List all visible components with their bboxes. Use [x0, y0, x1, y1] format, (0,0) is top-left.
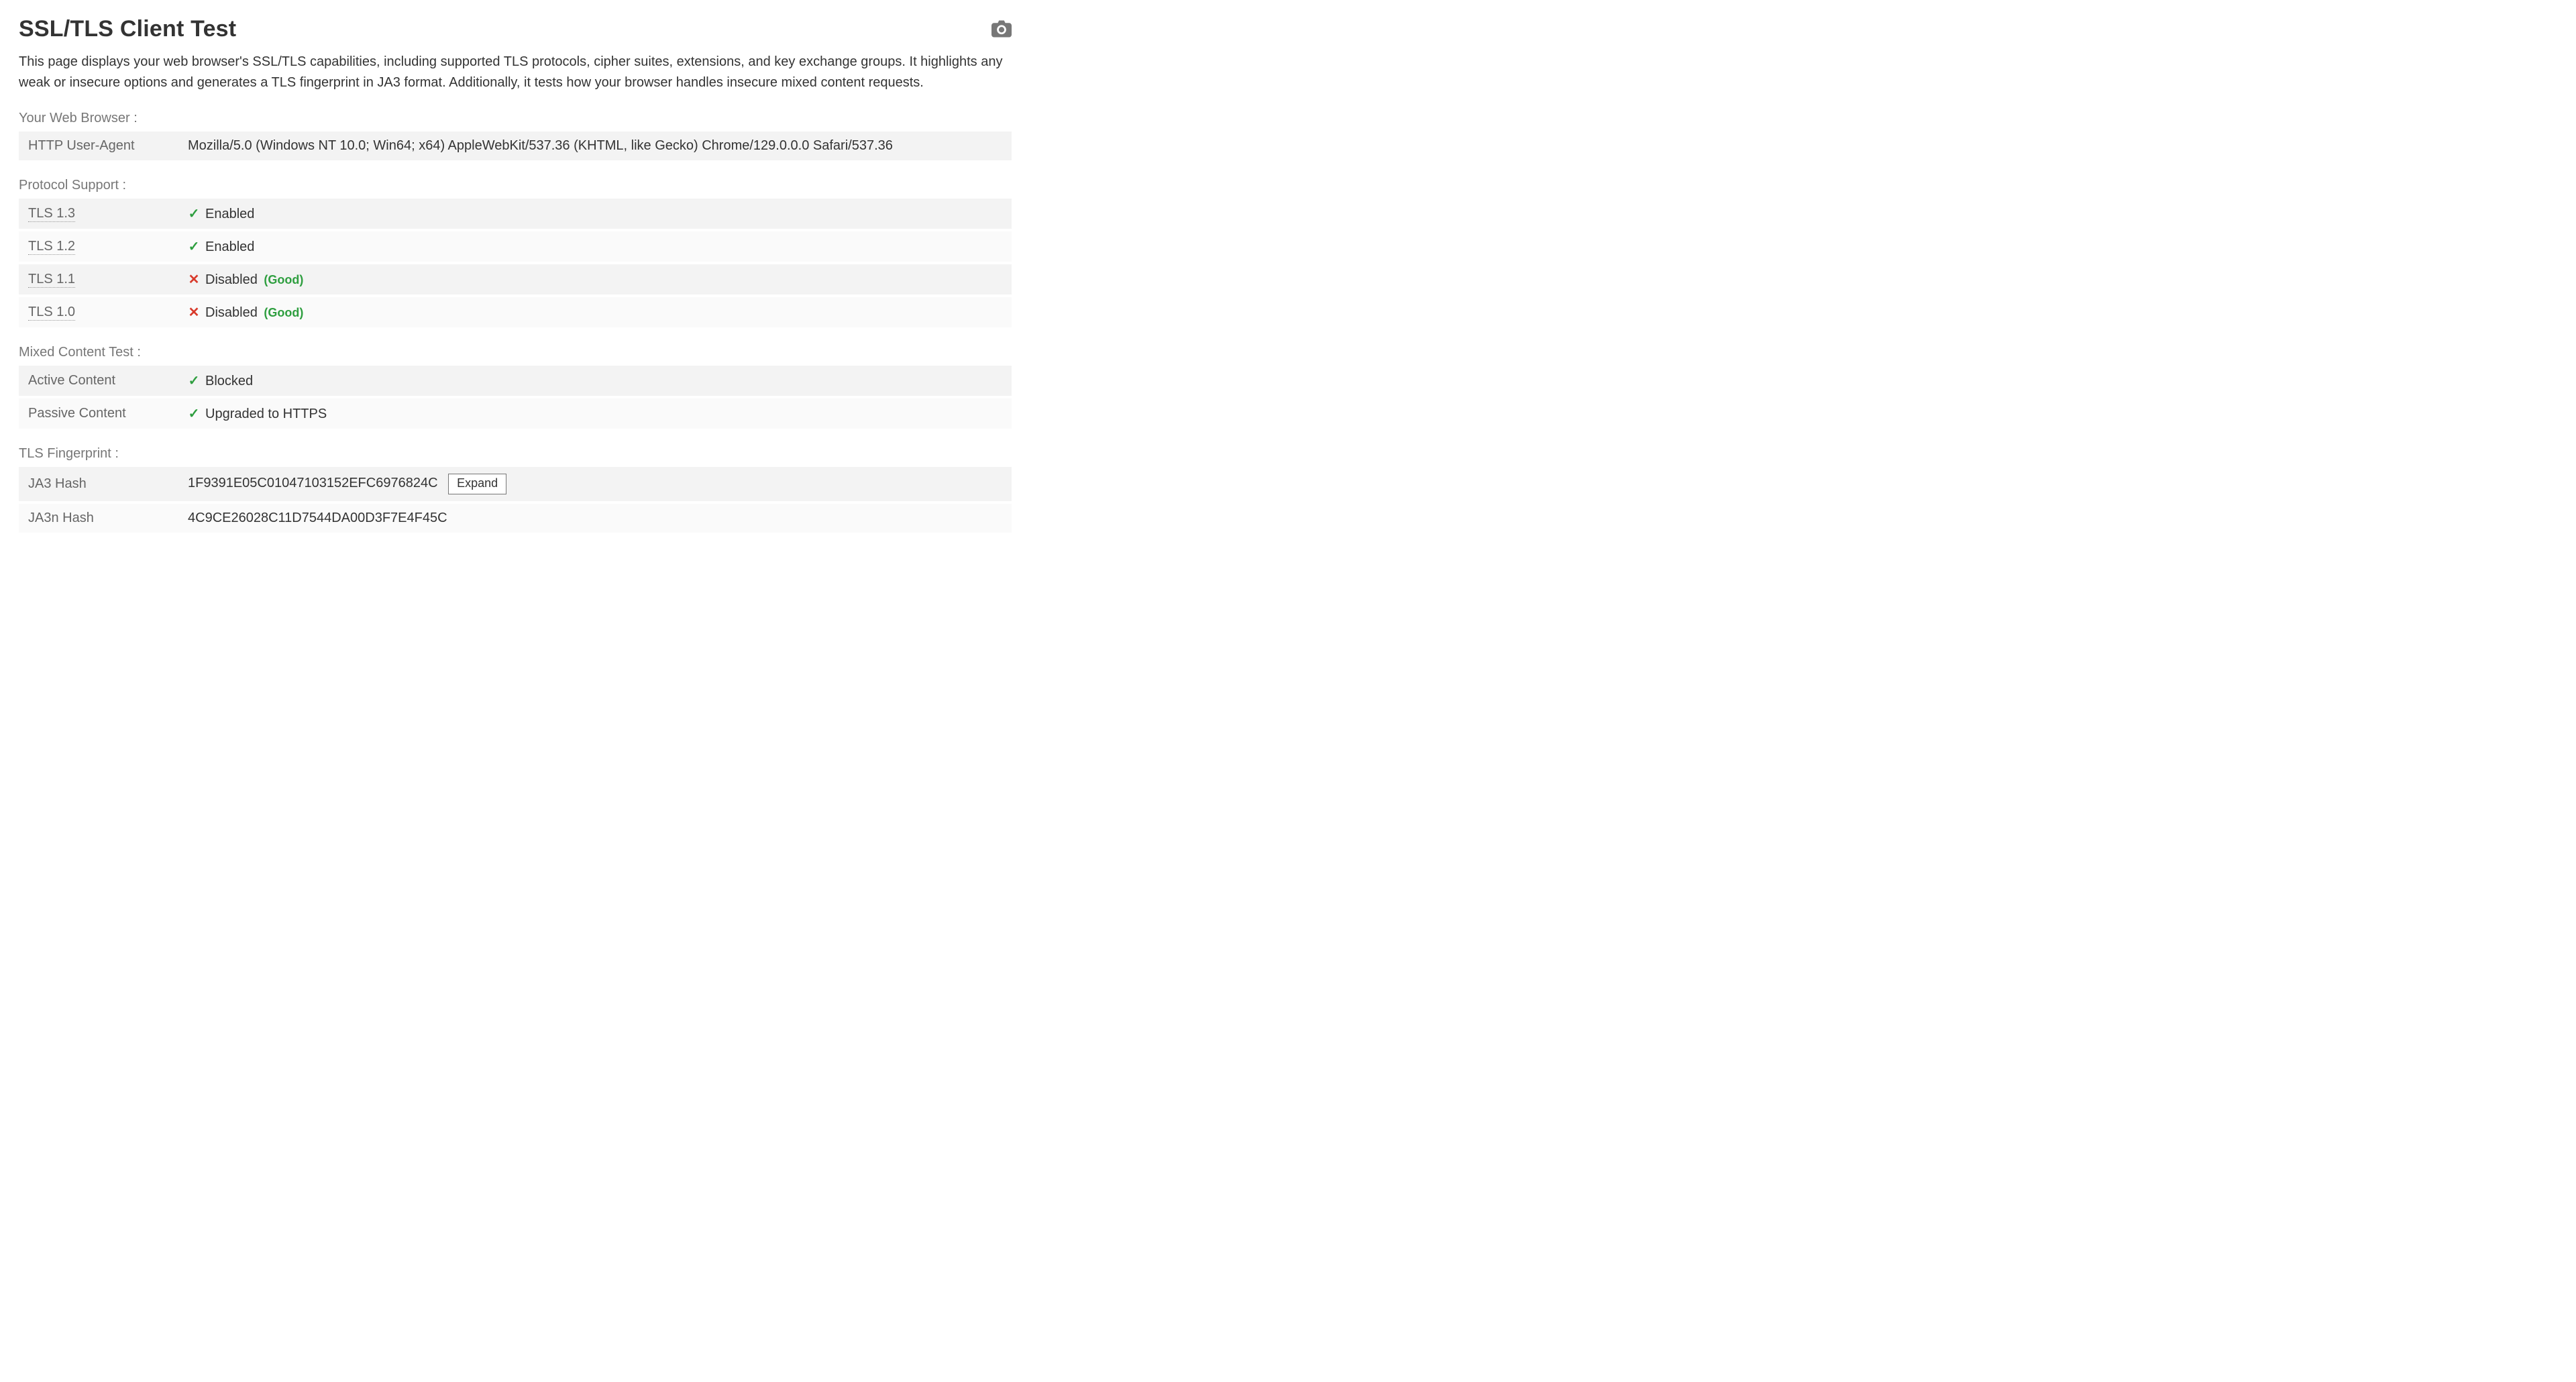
- row-key: TLS 1.1: [19, 263, 178, 296]
- row-value: Disabled: [205, 272, 258, 287]
- table-row: TLS 1.2 ✓ Enabled: [19, 230, 1012, 263]
- cross-icon: ✕: [188, 304, 200, 321]
- page-title: SSL/TLS Client Test: [19, 16, 236, 42]
- row-key: Active Content: [19, 366, 178, 397]
- table-row: HTTP User-Agent Mozilla/5.0 (Windows NT …: [19, 131, 1012, 162]
- table-row: TLS 1.3 ✓ Enabled: [19, 199, 1012, 230]
- row-key-text[interactable]: TLS 1.1: [28, 272, 75, 288]
- status-note: (Good): [264, 273, 303, 286]
- row-value: Upgraded to HTTPS: [205, 407, 327, 421]
- camera-icon[interactable]: [991, 20, 1012, 38]
- row-value: Blocked: [205, 374, 253, 388]
- table-row: TLS 1.0 ✕ Disabled (Good): [19, 296, 1012, 329]
- check-icon: ✓: [188, 205, 200, 222]
- check-icon: ✓: [188, 405, 200, 422]
- table-row: Active Content ✓ Blocked: [19, 366, 1012, 397]
- table-row: JA3n Hash 4C9CE26028C11D7544DA00D3F7E4F4…: [19, 502, 1012, 534]
- protocol-table: TLS 1.3 ✓ Enabled TLS 1.2 ✓ Enabled TLS 1.…: [19, 199, 1012, 330]
- row-value-cell: ✓ Enabled: [178, 230, 1012, 263]
- check-icon: ✓: [188, 238, 200, 255]
- cross-icon: ✕: [188, 271, 200, 288]
- row-value: Enabled: [205, 207, 254, 221]
- row-value: Disabled: [205, 305, 258, 320]
- row-value-cell: 4C9CE26028C11D7544DA00D3F7E4F45C: [178, 502, 1012, 534]
- table-row: TLS 1.1 ✕ Disabled (Good): [19, 263, 1012, 296]
- row-value: 1F9391E05C01047103152EFC6976824C: [188, 476, 438, 490]
- row-key: HTTP User-Agent: [19, 131, 178, 162]
- table-row: JA3 Hash 1F9391E05C01047103152EFC6976824…: [19, 467, 1012, 502]
- row-key: JA3 Hash: [19, 467, 178, 502]
- row-key-text[interactable]: TLS 1.3: [28, 206, 75, 222]
- row-value-cell: ✓ Enabled: [178, 199, 1012, 230]
- row-key-text[interactable]: TLS 1.2: [28, 239, 75, 255]
- mixed-table: Active Content ✓ Blocked Passive Content …: [19, 366, 1012, 431]
- row-key: Passive Content: [19, 397, 178, 430]
- section-label-browser: Your Web Browser :: [19, 111, 1012, 126]
- row-key-text[interactable]: TLS 1.0: [28, 305, 75, 321]
- row-key: TLS 1.3: [19, 199, 178, 230]
- table-row: Passive Content ✓ Upgraded to HTTPS: [19, 397, 1012, 430]
- row-value-cell: ✕ Disabled (Good): [178, 296, 1012, 329]
- intro-paragraph: This page displays your web browser's SS…: [19, 52, 1012, 93]
- section-label-mixed: Mixed Content Test :: [19, 345, 1012, 360]
- expand-button[interactable]: Expand: [448, 474, 506, 494]
- section-label-fingerprint: TLS Fingerprint :: [19, 446, 1012, 462]
- section-label-protocol: Protocol Support :: [19, 178, 1012, 193]
- row-value-cell: ✓ Upgraded to HTTPS: [178, 397, 1012, 430]
- row-key: JA3n Hash: [19, 502, 178, 534]
- fingerprint-table: JA3 Hash 1F9391E05C01047103152EFC6976824…: [19, 467, 1012, 535]
- row-value: 4C9CE26028C11D7544DA00D3F7E4F45C: [188, 511, 447, 525]
- status-note: (Good): [264, 306, 303, 319]
- check-icon: ✓: [188, 372, 200, 389]
- row-value-cell: 1F9391E05C01047103152EFC6976824C Expand: [178, 467, 1012, 502]
- row-value: Mozilla/5.0 (Windows NT 10.0; Win64; x64…: [178, 131, 1012, 162]
- row-key: TLS 1.2: [19, 230, 178, 263]
- row-value-cell: ✕ Disabled (Good): [178, 263, 1012, 296]
- row-value: Enabled: [205, 240, 254, 254]
- browser-table: HTTP User-Agent Mozilla/5.0 (Windows NT …: [19, 131, 1012, 163]
- row-value-cell: ✓ Blocked: [178, 366, 1012, 397]
- row-key: TLS 1.0: [19, 296, 178, 329]
